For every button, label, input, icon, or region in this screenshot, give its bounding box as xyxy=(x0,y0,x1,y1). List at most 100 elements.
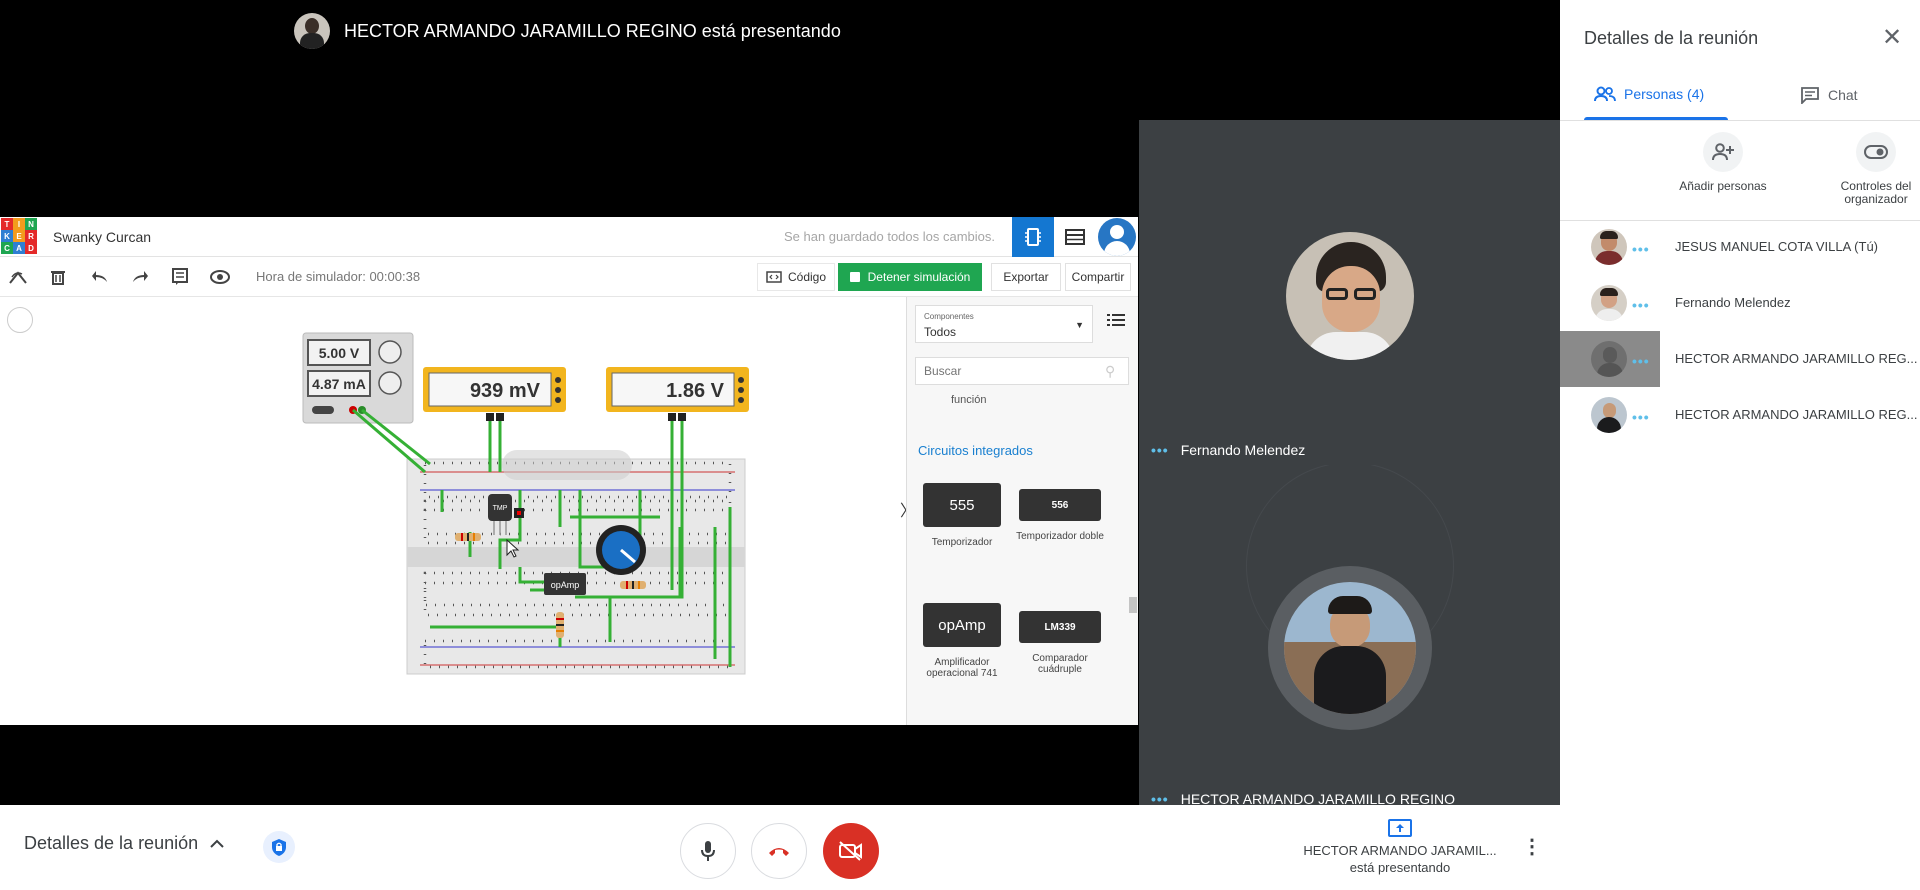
logo-letter: E xyxy=(13,230,25,242)
shield-lock-icon[interactable] xyxy=(263,831,295,863)
redo-icon[interactable] xyxy=(128,265,152,289)
svg-text:TMP: TMP xyxy=(493,505,508,512)
tab-people[interactable]: Personas (4) xyxy=(1584,80,1728,120)
user-avatar[interactable] xyxy=(1098,218,1136,256)
circuit-view-button[interactable] xyxy=(1012,217,1054,257)
participant-avatar xyxy=(1284,582,1416,714)
breadboard xyxy=(406,458,746,675)
mic-button[interactable] xyxy=(680,823,736,879)
section-fragment: función xyxy=(951,394,987,406)
present-screen-icon xyxy=(1388,819,1412,837)
participant-tile[interactable]: ••• HECTOR ARMANDO JARAMILLO REGINO xyxy=(1139,465,1560,805)
logo-letter: C xyxy=(1,242,13,254)
resistor-1 xyxy=(455,533,481,541)
multimeter-2: 1.86 V xyxy=(606,367,749,412)
avatar xyxy=(1591,341,1627,377)
resistor-3 xyxy=(556,612,564,638)
component-556[interactable]: 556 Temporizador doble xyxy=(1015,489,1105,542)
participant-tile[interactable]: ••• Fernando Melendez xyxy=(1139,120,1560,465)
host-controls-button[interactable]: Controles del organizador xyxy=(1816,132,1920,206)
meeting-controls-bar: Detalles de la reunión HECTOR ARMANDO JA… xyxy=(0,805,1560,890)
panel-scrollbar[interactable] xyxy=(1129,395,1137,725)
camera-button[interactable] xyxy=(823,823,879,879)
toggle-icon xyxy=(1864,145,1888,159)
section-heading: Circuitos integrados xyxy=(918,443,1033,458)
search-icon[interactable]: ⚲ xyxy=(1105,363,1121,379)
tinkercad-logo[interactable]: TIN KER CAD xyxy=(1,218,37,254)
audio-activity-icon: ••• xyxy=(1632,241,1650,257)
presenter-banner-text: HECTOR ARMANDO JARAMILLO REGINO está pre… xyxy=(344,20,841,41)
mic-icon xyxy=(701,841,715,861)
potentiometer xyxy=(596,525,646,575)
table-icon xyxy=(1065,229,1085,245)
logo-letter: D xyxy=(25,242,37,254)
design-title[interactable]: Swanky Curcan xyxy=(53,229,151,245)
logo-letter: K xyxy=(1,230,13,242)
participant-row[interactable]: ••• JESUS MANUEL COTA VILLA (Tú) xyxy=(1560,219,1920,275)
component-opamp[interactable]: opAmp Amplificador operacional 741 xyxy=(917,603,1007,679)
component-search-input[interactable] xyxy=(915,357,1129,385)
chip-icon xyxy=(1025,228,1041,246)
logo-letter: I xyxy=(13,218,25,230)
audio-activity-icon: ••• xyxy=(1632,409,1650,425)
panel-title: Detalles de la reunión xyxy=(1584,28,1759,48)
component-555[interactable]: 555 Temporizador xyxy=(917,483,1007,548)
presenting-indicator[interactable]: HECTOR ARMANDO JARAMIL... está presentan… xyxy=(1300,819,1500,875)
code-icon xyxy=(766,271,782,283)
meeting-details-button[interactable]: Detalles de la reunión xyxy=(24,833,224,854)
logo-letter: R xyxy=(25,230,37,242)
hangup-icon xyxy=(769,848,789,856)
add-person-icon xyxy=(1712,143,1734,161)
meeting-stage: HECTOR ARMANDO JARAMILLO REGINO está pre… xyxy=(0,0,1560,805)
circuit-drawing: 5.00 V 4.87 mA 939 mV 1.86 V TMP opAmp xyxy=(302,332,749,675)
add-people-button[interactable]: Añadir personas xyxy=(1663,132,1783,193)
logo-letter: A xyxy=(13,242,25,254)
participant-row[interactable]: ••• Fernando Melendez xyxy=(1560,275,1920,331)
simulator-time: Hora de simulador: 00:00:38 xyxy=(256,269,421,284)
avatar xyxy=(1591,285,1627,321)
rotate-icon[interactable] xyxy=(6,265,30,289)
visibility-icon[interactable] xyxy=(208,265,232,289)
tab-chat[interactable]: Chat xyxy=(1800,86,1858,104)
component-lm339[interactable]: LM339 Comparador cuádruple xyxy=(1015,611,1105,675)
delete-icon[interactable] xyxy=(46,265,70,289)
audio-activity-icon: ••• xyxy=(1151,791,1169,805)
export-button[interactable]: Exportar xyxy=(991,263,1061,291)
audio-activity-icon: ••• xyxy=(1632,297,1650,313)
resistor-2 xyxy=(620,581,646,589)
power-supply: 5.00 V 4.87 mA xyxy=(302,332,414,424)
schematic-view-button[interactable] xyxy=(1054,217,1096,257)
save-status: Se han guardado todos los cambios. xyxy=(783,229,995,244)
code-button[interactable]: Código xyxy=(757,263,836,291)
hangup-button[interactable] xyxy=(751,823,807,879)
participant-row[interactable]: ••• HECTOR ARMANDO JARAMILLO REG... xyxy=(1560,387,1920,443)
components-select[interactable]: Componentes Todos ▼ xyxy=(915,305,1093,343)
presenter-avatar xyxy=(294,13,330,49)
logo-letter: T xyxy=(1,218,13,230)
close-icon[interactable]: ✕ xyxy=(1878,24,1906,52)
stop-simulation-button[interactable]: Detener simulación xyxy=(838,263,982,291)
multimeter-2-reading: 1.86 V xyxy=(666,380,724,402)
notes-icon[interactable] xyxy=(168,265,192,289)
caret-down-icon: ▼ xyxy=(1075,320,1084,330)
avatar xyxy=(1591,229,1627,265)
list-view-icon[interactable] xyxy=(1107,313,1127,333)
stop-icon xyxy=(849,272,860,282)
opamp-chip: opAmp xyxy=(544,573,586,595)
participant-name: ••• Fernando Melendez xyxy=(1151,442,1306,458)
share-button[interactable]: Compartir xyxy=(1065,263,1131,291)
multimeter-1: 939 mV xyxy=(423,367,566,412)
multimeter-1-reading: 939 mV xyxy=(470,380,541,402)
people-icon xyxy=(1594,86,1616,102)
more-vert-icon[interactable]: ⋮ xyxy=(1520,835,1544,859)
chevron-up-icon xyxy=(210,839,224,848)
avatar xyxy=(1591,397,1627,433)
shared-screen: TIN KER CAD Swanky Curcan Se han guardad… xyxy=(0,217,1138,725)
logo-letter: N xyxy=(25,218,37,230)
participant-row[interactable]: ••• HECTOR ARMANDO JARAMILLO REG... xyxy=(1560,331,1920,387)
supply-current: 4.87 mA xyxy=(312,376,366,392)
audio-activity-icon: ••• xyxy=(1632,353,1650,369)
participant-name: ••• HECTOR ARMANDO JARAMILLO REGINO xyxy=(1151,791,1456,805)
undo-icon[interactable] xyxy=(88,265,112,289)
circuit-canvas[interactable]: 5.00 V 4.87 mA 939 mV 1.86 V TMP opAmp xyxy=(0,297,916,725)
